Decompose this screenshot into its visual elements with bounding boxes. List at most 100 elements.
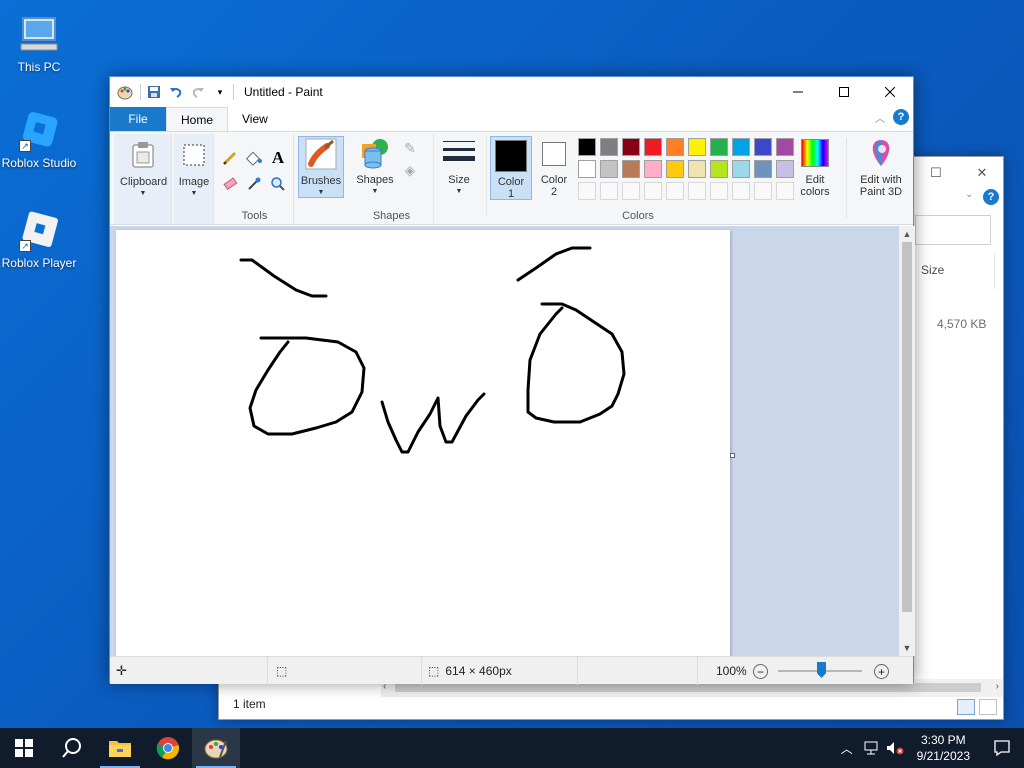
window-title: Untitled - Paint bbox=[244, 85, 323, 99]
start-button[interactable] bbox=[0, 728, 48, 768]
text-tool-icon[interactable]: A bbox=[268, 148, 288, 168]
palette-custom-slot[interactable] bbox=[754, 182, 772, 200]
undo-icon[interactable] bbox=[167, 83, 185, 101]
paint-window[interactable]: ▾ Untitled - Paint File Home View ︿ ? Cl… bbox=[109, 76, 915, 685]
eraser-icon[interactable] bbox=[220, 174, 240, 194]
palette-custom-slot[interactable] bbox=[666, 182, 684, 200]
maximize-button[interactable]: ☐ bbox=[913, 161, 959, 185]
palette-swatch[interactable] bbox=[600, 160, 618, 178]
desktop-icon-roblox-studio[interactable]: ↗ Roblox Studio bbox=[0, 106, 78, 170]
palette-custom-slot[interactable] bbox=[732, 182, 750, 200]
palette-swatch[interactable] bbox=[710, 138, 728, 156]
palette-custom-slot[interactable] bbox=[644, 182, 662, 200]
fill-bucket-icon[interactable] bbox=[244, 148, 264, 168]
show-hidden-icons-button[interactable]: ︿ bbox=[835, 728, 859, 768]
palette-swatch[interactable] bbox=[578, 160, 596, 178]
taskbar-chrome[interactable] bbox=[144, 728, 192, 768]
scroll-thumb[interactable] bbox=[902, 242, 912, 612]
canvas-resize-handle-right[interactable] bbox=[730, 453, 735, 458]
desktop-icon-roblox-player[interactable]: ↗ Roblox Player bbox=[0, 206, 78, 270]
shortcut-arrow-icon: ↗ bbox=[19, 140, 31, 152]
fill-icon[interactable]: ◈ bbox=[400, 160, 420, 180]
search-button[interactable] bbox=[48, 728, 96, 768]
notification-center-button[interactable] bbox=[980, 728, 1024, 768]
help-icon[interactable]: ? bbox=[893, 109, 909, 125]
details-view-icon[interactable] bbox=[957, 699, 975, 715]
close-button[interactable]: ✕ bbox=[959, 161, 1005, 185]
brushes-button[interactable]: Brushes ▼ bbox=[298, 136, 344, 198]
palette-swatch[interactable] bbox=[644, 138, 662, 156]
palette-swatch[interactable] bbox=[754, 160, 772, 178]
outline-icon[interactable]: ✎ bbox=[400, 138, 420, 158]
tab-home[interactable]: Home bbox=[166, 107, 229, 131]
color-1-swatch bbox=[495, 140, 527, 172]
clock[interactable]: 3:30 PM 9/21/2023 bbox=[907, 732, 980, 764]
clipboard-icon bbox=[126, 138, 160, 172]
chevron-down-icon[interactable]: ⌄ bbox=[965, 189, 973, 200]
taskbar-file-explorer[interactable] bbox=[96, 728, 144, 768]
drawing-canvas[interactable] bbox=[116, 230, 730, 656]
chrome-icon bbox=[156, 737, 180, 760]
palette-swatch[interactable] bbox=[622, 160, 640, 178]
scroll-down-icon[interactable]: ▼ bbox=[899, 640, 915, 656]
palette-swatch[interactable] bbox=[666, 138, 684, 156]
column-header-size[interactable]: Size bbox=[915, 253, 995, 289]
system-tray: ︿ 3:30 PM 9/21/2023 bbox=[835, 728, 1024, 768]
palette-swatch[interactable] bbox=[600, 138, 618, 156]
taskbar-paint[interactable] bbox=[192, 728, 240, 768]
minimize-button[interactable] bbox=[775, 77, 821, 107]
canvas-area[interactable] bbox=[110, 226, 899, 656]
zoom-slider-thumb[interactable] bbox=[817, 662, 826, 678]
drawing-strokes bbox=[239, 246, 626, 454]
paint-app-icon[interactable] bbox=[116, 83, 134, 101]
help-icon[interactable]: ? bbox=[983, 189, 999, 205]
color-1-button[interactable]: Color 1 bbox=[490, 136, 532, 200]
clock-time: 3:30 PM bbox=[920, 733, 966, 747]
close-button[interactable] bbox=[867, 77, 913, 107]
palette-custom-slot[interactable] bbox=[600, 182, 618, 200]
palette-swatch[interactable] bbox=[688, 138, 706, 156]
clipboard-button[interactable]: Clipboard ▼ bbox=[120, 138, 167, 200]
image-button[interactable]: Image ▼ bbox=[171, 138, 217, 200]
customize-toolbar-icon[interactable]: ▾ bbox=[211, 83, 229, 101]
magnifier-icon[interactable] bbox=[268, 174, 288, 194]
scroll-up-icon[interactable]: ▲ bbox=[899, 226, 915, 242]
tab-view[interactable]: View bbox=[228, 107, 282, 131]
collapse-ribbon-icon[interactable]: ︿ bbox=[875, 110, 885, 125]
shapes-button[interactable]: Shapes ▼ bbox=[352, 136, 398, 198]
edit-colors-button[interactable]: Edit colors bbox=[792, 136, 838, 198]
edit-with-paint-3d-button[interactable]: Edit with Paint 3D bbox=[848, 136, 914, 198]
palette-custom-slot[interactable] bbox=[688, 182, 706, 200]
title-bar[interactable]: ▾ Untitled - Paint bbox=[110, 77, 913, 107]
palette-swatch[interactable] bbox=[732, 160, 750, 178]
network-icon[interactable] bbox=[859, 728, 883, 768]
color-picker-icon[interactable] bbox=[244, 174, 264, 194]
shapes-group: Shapes ▼ ✎ ◈ Shapes bbox=[350, 134, 434, 224]
vertical-scrollbar[interactable]: ▲ ▼ bbox=[899, 226, 915, 656]
redo-icon[interactable] bbox=[189, 83, 207, 101]
size-button[interactable]: Size ▼ bbox=[436, 136, 482, 198]
maximize-button[interactable] bbox=[821, 77, 867, 107]
volume-muted-icon[interactable] bbox=[883, 728, 907, 768]
palette-custom-slot[interactable] bbox=[710, 182, 728, 200]
palette-custom-slot[interactable] bbox=[578, 182, 596, 200]
color-2-button[interactable]: Color 2 bbox=[534, 136, 574, 198]
palette-swatch[interactable] bbox=[710, 160, 728, 178]
palette-swatch[interactable] bbox=[622, 138, 640, 156]
palette-swatch[interactable] bbox=[732, 138, 750, 156]
zoom-in-button[interactable]: + bbox=[874, 664, 889, 679]
zoom-out-button[interactable]: − bbox=[753, 664, 768, 679]
search-input[interactable] bbox=[915, 215, 991, 245]
save-icon[interactable] bbox=[145, 83, 163, 101]
palette-swatch[interactable] bbox=[666, 160, 684, 178]
canvas-size-cell: ⬚ 614 × 460px bbox=[422, 657, 578, 685]
palette-swatch[interactable] bbox=[754, 138, 772, 156]
tab-file[interactable]: File bbox=[110, 107, 166, 131]
palette-custom-slot[interactable] bbox=[622, 182, 640, 200]
pencil-icon[interactable] bbox=[220, 148, 240, 168]
palette-swatch[interactable] bbox=[578, 138, 596, 156]
palette-swatch[interactable] bbox=[688, 160, 706, 178]
large-icons-view-icon[interactable] bbox=[979, 699, 997, 715]
palette-swatch[interactable] bbox=[644, 160, 662, 178]
desktop-icon-this-pc[interactable]: This PC bbox=[0, 10, 78, 74]
